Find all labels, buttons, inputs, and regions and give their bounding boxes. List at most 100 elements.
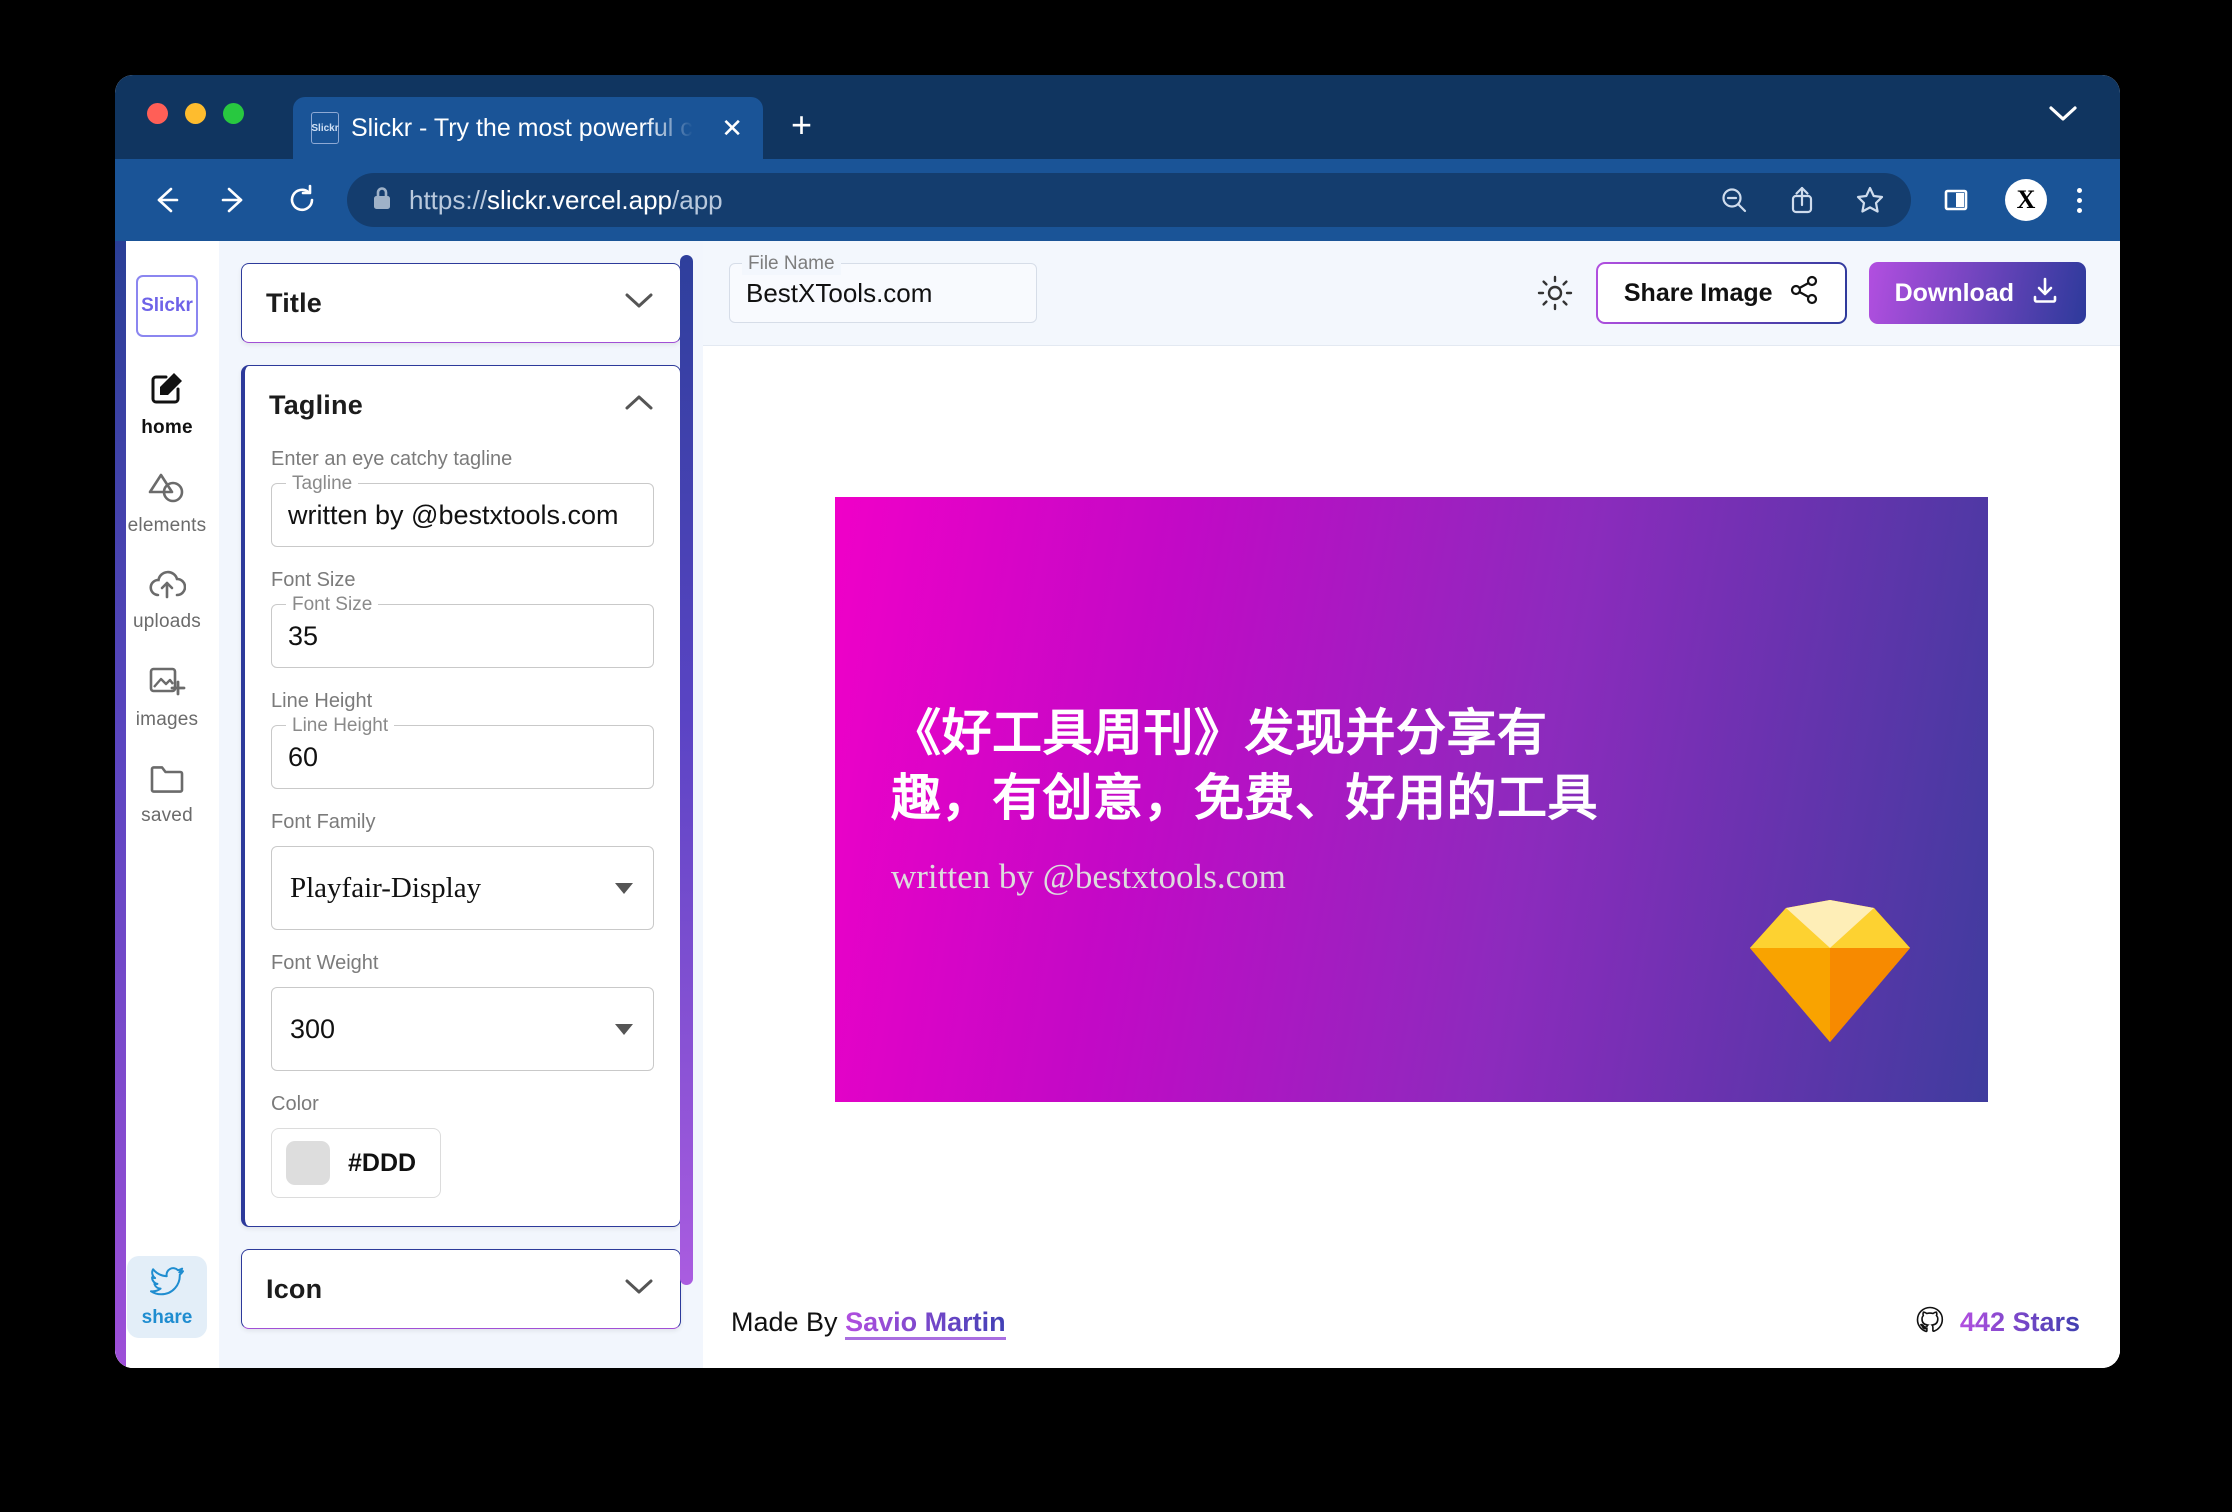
line-height-input[interactable]: Line Height 60 bbox=[271, 725, 654, 789]
made-by-text: Made By Savio Martin bbox=[731, 1307, 1006, 1338]
folder-icon bbox=[148, 763, 186, 800]
close-tab-button[interactable]: ✕ bbox=[715, 111, 749, 145]
sidebar-item-label: home bbox=[141, 417, 192, 439]
settings-panel: Title Tagline Enter an eye catchy taglin… bbox=[219, 241, 703, 1368]
editor-toolbar-actions: Share Image Download bbox=[1536, 262, 2086, 324]
browser-extension-icons: X bbox=[1933, 177, 2086, 223]
chevron-down-icon[interactable] bbox=[2048, 105, 2078, 128]
sidebar-item-label: images bbox=[136, 709, 198, 731]
close-window-button[interactable] bbox=[147, 103, 168, 124]
left-rail: Slickr home elements uploads bbox=[115, 241, 219, 1368]
font-family-value: Playfair-Display bbox=[290, 872, 481, 905]
stars-count: 442 Stars bbox=[1960, 1307, 2080, 1338]
github-stars-badge[interactable]: 442 Stars bbox=[1914, 1304, 2080, 1341]
canvas-title-text: 《好工具周刊》发现并分享有趣，有创意，免费、好用的工具 bbox=[891, 701, 1611, 832]
author-link[interactable]: Savio Martin bbox=[845, 1307, 1006, 1340]
font-size-input[interactable]: Font Size 35 bbox=[271, 604, 654, 668]
section-icon[interactable]: Icon bbox=[241, 1249, 681, 1329]
panel-scrollbar-track[interactable] bbox=[680, 255, 693, 1278]
color-swatch bbox=[286, 1141, 330, 1185]
preview-canvas[interactable]: 《好工具周刊》发现并分享有趣，有创意，免费、好用的工具 written by @… bbox=[835, 497, 1988, 1102]
tab-favicon: Slickr bbox=[311, 112, 339, 144]
sidebar-item-elements[interactable]: elements bbox=[128, 471, 206, 537]
twitter-share-button[interactable]: share bbox=[127, 1256, 207, 1338]
sketch-diamond-icon bbox=[1750, 896, 1910, 1044]
cloud-upload-icon bbox=[148, 569, 186, 606]
tab-title: Slickr - Try the most powerful c bbox=[351, 114, 693, 143]
share-image-button[interactable]: Share Image bbox=[1596, 262, 1847, 324]
panel-scrollbar-thumb[interactable] bbox=[680, 255, 693, 1285]
download-button[interactable]: Download bbox=[1869, 262, 2086, 324]
zoom-out-icon[interactable] bbox=[1717, 183, 1751, 217]
browser-tab[interactable]: Slickr Slickr - Try the most powerful c … bbox=[293, 97, 763, 159]
tagline-input[interactable]: Tagline written by @bestxtools.com bbox=[271, 483, 654, 547]
sidebar-item-saved[interactable]: saved bbox=[128, 763, 206, 827]
share-nodes-icon bbox=[1789, 275, 1819, 312]
sun-icon[interactable] bbox=[1536, 274, 1574, 312]
share-icon[interactable] bbox=[1785, 183, 1819, 217]
section-tagline-label: Tagline bbox=[269, 390, 363, 421]
font-weight-label: Font Weight bbox=[271, 952, 654, 975]
reload-icon[interactable] bbox=[279, 177, 325, 223]
left-gradient-accent bbox=[115, 241, 126, 1368]
section-tagline-header[interactable]: Tagline bbox=[245, 366, 680, 444]
canvas-tagline-text: written by @bestxtools.com bbox=[891, 856, 1932, 898]
chevron-down-icon[interactable] bbox=[624, 1278, 654, 1301]
profile-avatar[interactable]: X bbox=[2005, 179, 2047, 221]
browser-window: Slickr Slickr - Try the most powerful c … bbox=[115, 75, 2120, 1368]
editor-area: File Name BestXTools.com Share Image bbox=[703, 241, 2120, 1368]
lock-icon bbox=[371, 185, 393, 216]
new-tab-button[interactable]: + bbox=[791, 107, 812, 143]
edit-square-icon bbox=[148, 369, 186, 412]
line-height-label: Line Height bbox=[271, 690, 654, 713]
maximize-window-button[interactable] bbox=[223, 103, 244, 124]
canvas-container: 《好工具周刊》发现并分享有趣，有创意，免费、好用的工具 written by @… bbox=[703, 346, 2120, 1276]
side-panel-icon[interactable] bbox=[1933, 177, 1979, 223]
chevron-down-icon bbox=[615, 883, 633, 894]
line-height-input-value: 60 bbox=[288, 742, 318, 773]
section-title-header[interactable]: Title bbox=[242, 264, 680, 342]
url-text: https://slickr.vercel.app/app bbox=[409, 185, 723, 216]
share-image-label: Share Image bbox=[1624, 279, 1773, 308]
font-family-select[interactable]: Playfair-Display bbox=[271, 846, 654, 930]
chevron-down-icon[interactable] bbox=[624, 292, 654, 315]
forward-arrow-icon[interactable] bbox=[211, 177, 257, 223]
back-arrow-icon[interactable] bbox=[143, 177, 189, 223]
section-tagline-body: Enter an eye catchy tagline Tagline writ… bbox=[245, 448, 680, 1226]
kebab-menu-icon[interactable] bbox=[2073, 184, 2086, 217]
slickr-logo[interactable]: Slickr bbox=[136, 275, 198, 337]
minimize-window-button[interactable] bbox=[185, 103, 206, 124]
color-picker-button[interactable]: #DDD bbox=[271, 1128, 441, 1198]
section-icon-header[interactable]: Icon bbox=[242, 1250, 680, 1328]
sidebar-item-images[interactable]: images bbox=[128, 665, 206, 731]
sidebar-item-uploads[interactable]: uploads bbox=[128, 569, 206, 633]
github-icon bbox=[1914, 1304, 1946, 1341]
editor-footer: Made By Savio Martin 442 Stars bbox=[703, 1276, 2120, 1368]
file-name-value: BestXTools.com bbox=[746, 278, 932, 309]
font-weight-select[interactable]: 300 bbox=[271, 987, 654, 1071]
star-icon[interactable] bbox=[1853, 183, 1887, 217]
file-name-input[interactable]: File Name BestXTools.com bbox=[729, 263, 1037, 323]
chevron-down-icon bbox=[615, 1024, 633, 1035]
font-size-label: Font Size bbox=[271, 569, 654, 592]
address-bar[interactable]: https://slickr.vercel.app/app bbox=[347, 173, 1911, 227]
tagline-input-value: written by @bestxtools.com bbox=[288, 500, 619, 531]
color-label: Color bbox=[271, 1093, 654, 1116]
line-height-input-legend: Line Height bbox=[286, 715, 394, 737]
font-size-input-legend: Font Size bbox=[286, 594, 378, 616]
made-by-prefix: Made By bbox=[731, 1307, 838, 1337]
chevron-up-icon[interactable] bbox=[624, 394, 654, 417]
add-image-icon bbox=[148, 665, 186, 704]
editor-toolbar: File Name BestXTools.com Share Image bbox=[703, 241, 2120, 346]
twitter-icon bbox=[149, 1266, 185, 1303]
sidebar-item-home[interactable]: home bbox=[128, 369, 206, 439]
color-hex-value: #DDD bbox=[348, 1149, 416, 1178]
sidebar-item-label: saved bbox=[141, 805, 193, 827]
shapes-icon bbox=[148, 471, 186, 510]
section-tagline: Tagline Enter an eye catchy tagline Tagl… bbox=[241, 365, 681, 1227]
section-title[interactable]: Title bbox=[241, 263, 681, 343]
section-title-label: Title bbox=[266, 288, 322, 319]
font-weight-value: 300 bbox=[290, 1014, 335, 1045]
twitter-share-label: share bbox=[142, 1307, 193, 1329]
sidebar-item-label: elements bbox=[128, 515, 207, 537]
